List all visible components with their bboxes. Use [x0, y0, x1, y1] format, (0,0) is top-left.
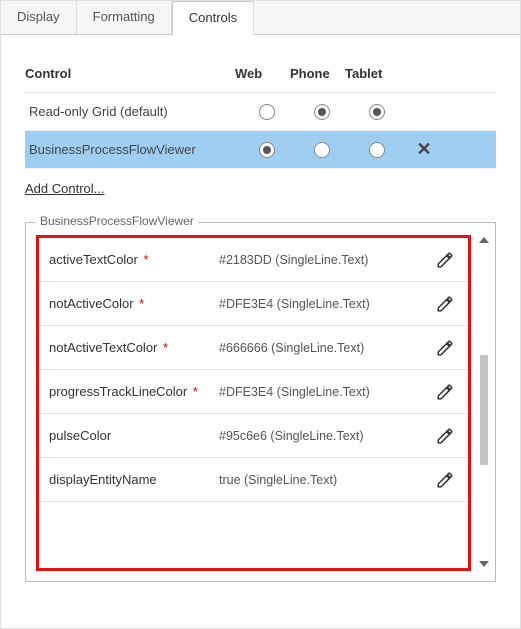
- col-tablet: Tablet: [345, 66, 400, 81]
- add-control-link[interactable]: Add Control...: [25, 181, 105, 196]
- property-value: #2183DD (SingleLine.Text): [219, 253, 428, 267]
- tab-controls[interactable]: Controls: [172, 1, 254, 35]
- property-name: progressTrackLineColor *: [49, 384, 219, 399]
- required-mark: *: [140, 252, 149, 267]
- control-row[interactable]: Read-only Grid (default): [25, 93, 496, 131]
- radio-tablet[interactable]: [369, 142, 385, 158]
- control-row[interactable]: BusinessProcessFlowViewer ✕: [25, 131, 496, 169]
- col-web: Web: [235, 66, 290, 81]
- required-mark: *: [189, 384, 198, 399]
- pencil-icon[interactable]: [436, 471, 454, 489]
- properties-list: activeTextColor *#2183DD (SingleLine.Tex…: [36, 235, 471, 571]
- col-phone: Phone: [290, 66, 345, 81]
- property-name: displayEntityName: [49, 472, 219, 487]
- pencil-icon[interactable]: [436, 295, 454, 313]
- property-name: notActiveColor *: [49, 296, 219, 311]
- property-name: pulseColor: [49, 428, 219, 443]
- tab-display[interactable]: Display: [1, 1, 77, 34]
- col-control: Control: [25, 66, 235, 81]
- property-value: #DFE3E4 (SingleLine.Text): [219, 385, 428, 399]
- scroll-up-icon[interactable]: [479, 237, 489, 243]
- pencil-icon[interactable]: [436, 383, 454, 401]
- properties-fieldset: BusinessProcessFlowViewer activeTextColo…: [25, 222, 496, 582]
- property-value: true (SingleLine.Text): [219, 473, 428, 487]
- property-row: pulseColor#95c6e6 (SingleLine.Text): [39, 414, 468, 458]
- properties-scrollbar[interactable]: [477, 235, 491, 571]
- property-row: notActiveTextColor *#666666 (SingleLine.…: [39, 326, 468, 370]
- property-row: progressTrackLineColor *#DFE3E4 (SingleL…: [39, 370, 468, 414]
- tab-bar: Display Formatting Controls: [1, 1, 520, 35]
- property-name: notActiveTextColor *: [49, 340, 219, 355]
- radio-web[interactable]: [259, 104, 275, 120]
- radio-phone[interactable]: [314, 104, 330, 120]
- scroll-down-icon[interactable]: [479, 561, 489, 567]
- radio-tablet[interactable]: [369, 104, 385, 120]
- tab-content: Control Web Phone Tablet Read-only Grid …: [1, 35, 520, 592]
- property-row: notActiveColor *#DFE3E4 (SingleLine.Text…: [39, 282, 468, 326]
- controls-table-header: Control Web Phone Tablet: [25, 55, 496, 93]
- radio-phone[interactable]: [314, 142, 330, 158]
- property-value: #95c6e6 (SingleLine.Text): [219, 429, 428, 443]
- pencil-icon[interactable]: [436, 251, 454, 269]
- radio-web[interactable]: [259, 142, 275, 158]
- scroll-thumb[interactable]: [480, 355, 488, 465]
- property-name: activeTextColor *: [49, 252, 219, 267]
- control-name: Read-only Grid (default): [29, 104, 239, 119]
- property-value: #666666 (SingleLine.Text): [219, 341, 428, 355]
- control-name: BusinessProcessFlowViewer: [29, 142, 239, 157]
- remove-control-icon[interactable]: ✕: [404, 139, 444, 160]
- pencil-icon[interactable]: [436, 339, 454, 357]
- properties-title: BusinessProcessFlowViewer: [36, 214, 198, 228]
- properties-section: BusinessProcessFlowViewer activeTextColo…: [25, 222, 496, 582]
- property-row: activeTextColor *#2183DD (SingleLine.Tex…: [39, 238, 468, 282]
- property-value: #DFE3E4 (SingleLine.Text): [219, 297, 428, 311]
- tab-formatting[interactable]: Formatting: [77, 1, 172, 34]
- pencil-icon[interactable]: [436, 427, 454, 445]
- property-row: displayEntityNametrue (SingleLine.Text): [39, 458, 468, 502]
- required-mark: *: [159, 340, 168, 355]
- required-mark: *: [136, 296, 145, 311]
